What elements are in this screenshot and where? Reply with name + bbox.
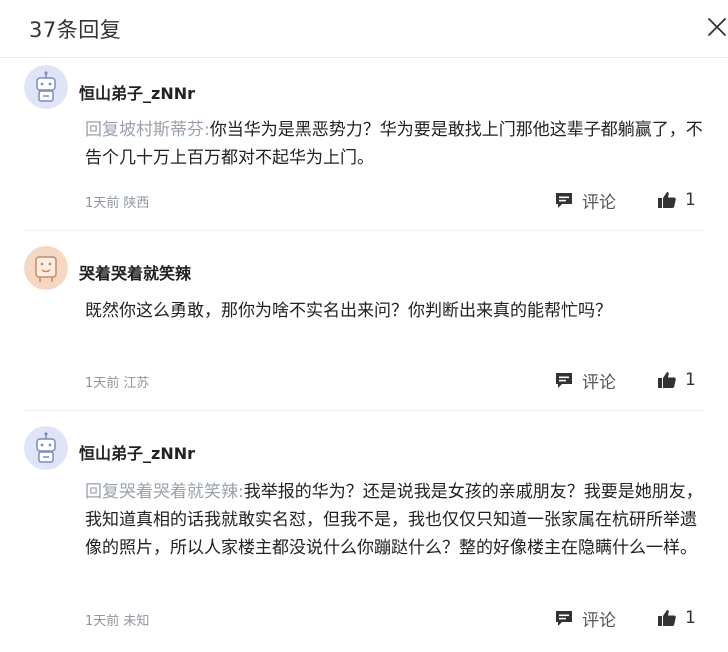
thumbs-up-icon [658,192,676,208]
username[interactable]: 哭着哭着就笑辣 [79,260,191,284]
comment-text: 既然你这么勇敢，那你为啥不实名出来问？你判断出来真的能帮忙吗？ [85,297,705,325]
replies-count-title: 37条回复 [29,18,122,42]
reply-button[interactable]: 评论 [554,607,616,631]
like-button[interactable]: 1 [657,369,696,391]
divider [24,410,704,411]
like-count: 1 [685,190,696,210]
comment-text: 回复坡村斯蒂芬:你当华为是黑恶势力？华为要是敢找上门那他这辈子都躺赢了，不告个几… [85,116,705,172]
thumbs-up-icon [658,610,676,626]
replies-panel: 37条回复 恒山弟子_zNNr 回复坡村斯蒂芬:你当华为是黑恶势力？华为要是敢找… [0,0,728,652]
reply-label: 评论 [582,192,616,213]
avatar[interactable] [24,65,68,109]
like-count: 1 [685,608,696,628]
comment-icon [556,611,572,626]
reply-label: 评论 [582,372,616,393]
like-button[interactable]: 1 [657,189,696,211]
reply-button[interactable]: 评论 [554,189,616,213]
robot-avatar-icon [24,246,68,290]
robot-avatar-icon [24,426,68,470]
comment-body: 既然你这么勇敢，那你为啥不实名出来问？你判断出来真的能帮忙吗？ [85,301,612,321]
close-icon[interactable] [706,16,728,38]
close-button[interactable] [706,16,728,38]
like-count: 1 [685,370,696,390]
username[interactable]: 恒山弟子_zNNr [79,440,195,464]
like-button[interactable]: 1 [657,607,696,629]
robot-avatar-icon [24,65,68,109]
reply-target[interactable]: 回复哭着哭着就笑辣: [85,482,244,502]
avatar[interactable] [24,426,68,470]
comment-meta: 1天前 陕西 [85,196,150,211]
reply-button[interactable]: 评论 [554,369,616,393]
reply-label: 评论 [582,610,616,631]
thumbs-up-icon [658,372,676,388]
comment-text: 回复哭着哭着就笑辣:我举报的华为？还是说我是女孩的亲戚朋友？我要是她朋友，我知道… [85,478,705,562]
avatar[interactable] [24,246,68,290]
comment-meta: 1天前 江苏 [85,376,150,391]
username[interactable]: 恒山弟子_zNNr [79,80,195,104]
comment-icon [556,373,572,388]
reply-target[interactable]: 回复坡村斯蒂芬: [85,120,210,140]
comment-icon [556,193,572,208]
replies-header: 37条回复 [0,0,728,58]
comment-meta: 1天前 未知 [85,614,150,629]
divider [24,230,704,231]
